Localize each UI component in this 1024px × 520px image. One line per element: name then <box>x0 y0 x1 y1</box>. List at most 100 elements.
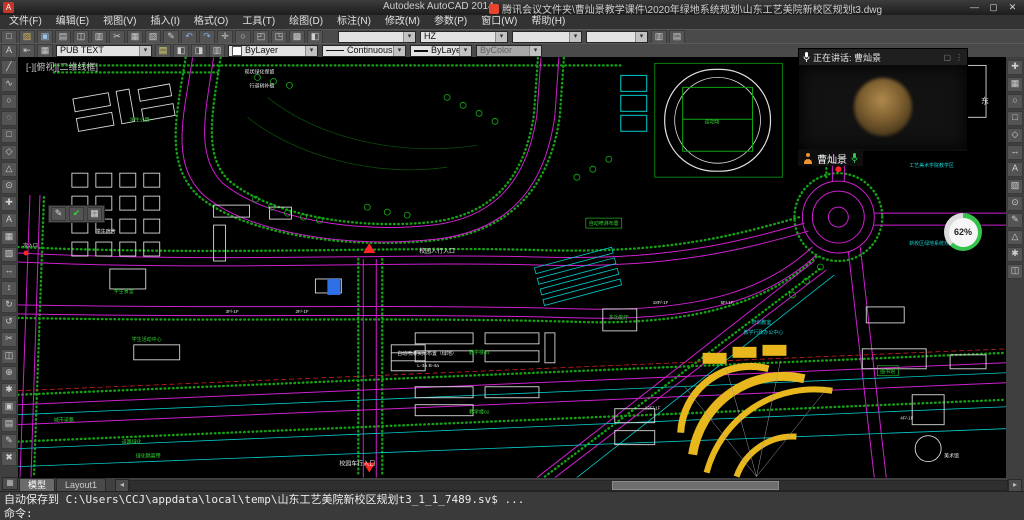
speaker-video[interactable] <box>799 65 967 149</box>
properties-icon[interactable]: ▩ <box>289 30 305 44</box>
meeting-more-icon[interactable]: ⋮ <box>955 53 963 62</box>
cut-icon[interactable]: ✂ <box>109 30 125 44</box>
layer-tool-icon[interactable]: ▤ <box>1 417 17 432</box>
polygon-tool-icon[interactable]: ◇ <box>1 145 17 160</box>
dim-style-combo[interactable]: HZ▾ <box>420 31 508 43</box>
polyline-tool-icon[interactable]: ∿ <box>1 77 17 92</box>
open-icon[interactable]: ▨ <box>19 30 35 44</box>
menu-item-6[interactable]: 工具(T) <box>235 15 282 29</box>
donut-tool-icon[interactable]: ⊙ <box>1 179 17 194</box>
menu-item-5[interactable]: 格式(O) <box>187 15 235 29</box>
minimize-button[interactable]: — <box>965 0 984 14</box>
undo-tool-icon[interactable]: ↺ <box>1 315 17 330</box>
menu-item-9[interactable]: 修改(M) <box>378 15 427 29</box>
scroll-right-arrow[interactable]: ▸ <box>1008 479 1022 492</box>
horizontal-scrollbar[interactable]: ◂ ▸ <box>115 479 1022 491</box>
text-style-combo-top[interactable]: ▾ <box>338 31 416 43</box>
arc-tool-icon[interactable]: ◌ <box>1 111 17 126</box>
array-tool-icon[interactable]: ⊕ <box>1 366 17 381</box>
mleader-style-combo[interactable]: ▾ <box>586 31 648 43</box>
lineweight-combo[interactable]: ByLayer ▾ <box>410 45 472 57</box>
dim-style-combo-arrow[interactable]: ▾ <box>495 31 507 42</box>
hatch-tool-icon[interactable]: ▨ <box>1 247 17 262</box>
selected-blue-solid[interactable] <box>327 279 340 295</box>
layer-states-icon[interactable]: ◧ <box>173 44 189 58</box>
linetype-combo-arrow[interactable]: ▾ <box>393 45 405 56</box>
lineweight-combo-arrow[interactable]: ▾ <box>459 45 471 56</box>
draworder-icon[interactable]: ✚ <box>1007 60 1023 75</box>
meeting-header[interactable]: 正在讲话: 曹灿景 ▢ ⋮ <box>799 49 967 65</box>
trim-tool-icon[interactable]: ✂ <box>1 332 17 347</box>
star-snap-icon[interactable]: ✱ <box>1007 247 1023 262</box>
command-prompt[interactable]: 命令: <box>4 507 1020 520</box>
table-style-icon[interactable]: ▦ <box>37 44 53 58</box>
participant-row[interactable]: 曹灿景 <box>798 150 863 166</box>
table-style-combo[interactable]: ▾ <box>512 31 582 43</box>
meeting-expand-icon[interactable]: ▢ <box>943 53 951 62</box>
mini-edit-icon[interactable]: ✎ <box>51 207 66 221</box>
table-style-combo-arrow[interactable]: ▾ <box>569 31 581 42</box>
menu-item-12[interactable]: 帮助(H) <box>524 15 572 29</box>
zoom-realtime-icon[interactable]: ○ <box>235 30 251 44</box>
command-window[interactable]: 自动保存到 C:\Users\CCJ\appdata\local\temp\山东… <box>0 491 1024 520</box>
text-style-icon[interactable]: A <box>1 44 17 58</box>
table-tool-icon[interactable]: ▦ <box>1 230 17 245</box>
maximize-button[interactable]: ▢ <box>984 0 1003 14</box>
color-combo[interactable]: ByLayer ▾ <box>228 45 318 57</box>
erase-tool-icon[interactable]: ✖ <box>1 451 17 466</box>
color-combo-arrow[interactable]: ▾ <box>305 45 317 56</box>
circle-osnap-icon[interactable]: ○ <box>1007 94 1023 109</box>
match-properties-icon[interactable]: ✎ <box>163 30 179 44</box>
scroll-left-arrow[interactable]: ◂ <box>115 479 129 492</box>
layer-filter-icon[interactable]: ▥ <box>209 44 225 58</box>
menu-item-3[interactable]: 视图(V) <box>96 15 143 29</box>
circle-tool-icon[interactable]: ○ <box>1 94 17 109</box>
triangle-tool-icon[interactable]: △ <box>1 162 17 177</box>
tool-palettes-icon[interactable]: ▥ <box>651 30 667 44</box>
edit-tool-icon[interactable]: ✎ <box>1 434 17 449</box>
point-tool-icon[interactable]: ✚ <box>1 196 17 211</box>
rectangle-tool-icon[interactable]: □ <box>1 128 17 143</box>
plot-preview-icon[interactable]: ◫ <box>73 30 89 44</box>
paste-icon[interactable]: ▧ <box>145 30 161 44</box>
group-icon[interactable]: ▦ <box>1007 77 1023 92</box>
sheet-set-manager-icon[interactable]: ▤ <box>669 30 685 44</box>
dim-style-icon[interactable]: ⇤ <box>19 44 35 58</box>
mirror-tool-icon[interactable]: ◫ <box>1 349 17 364</box>
linetype-combo[interactable]: Continuous ▾ <box>322 45 406 57</box>
mleader-style-combo-arrow[interactable]: ▾ <box>635 31 647 42</box>
menu-item-2[interactable]: 编辑(E) <box>49 15 96 29</box>
copy-icon[interactable]: ▦ <box>127 30 143 44</box>
plot-icon[interactable]: ▤ <box>55 30 71 44</box>
hatch-edit-icon[interactable]: ▨ <box>1007 179 1023 194</box>
scrollbar-thumb[interactable] <box>612 481 779 490</box>
dim-vertical-icon[interactable]: ↕ <box>1 281 17 296</box>
layer-properties-icon[interactable]: ▤ <box>155 44 171 58</box>
redo-icon[interactable]: ↷ <box>199 30 215 44</box>
measure-icon[interactable]: ↔ <box>1007 145 1023 160</box>
explode-tool-icon[interactable]: ✱ <box>1 383 17 398</box>
tab-model[interactable]: 模型 <box>19 478 55 491</box>
menu-item-11[interactable]: 窗口(W) <box>474 15 524 29</box>
designcenter-icon[interactable]: ◧ <box>307 30 323 44</box>
dim-linear-icon[interactable]: ↔ <box>1 264 17 279</box>
zoom-previous-icon[interactable]: ◳ <box>271 30 287 44</box>
mini-grid-icon[interactable]: ▦ <box>87 207 102 221</box>
rect-osnap-icon[interactable]: □ <box>1007 111 1023 126</box>
qnew-icon[interactable]: □ <box>1 30 17 44</box>
menu-item-1[interactable]: 文件(F) <box>2 15 49 29</box>
pencil-icon[interactable]: ✎ <box>1007 213 1023 228</box>
viewport-controls[interactable]: [-][俯视][二维线框] <box>26 60 98 73</box>
diamond-osnap-icon[interactable]: ◇ <box>1007 128 1023 143</box>
text-tool-icon[interactable]: A <box>1 213 17 228</box>
line-tool-icon[interactable]: ╱ <box>1 60 17 75</box>
rotate-tool-icon[interactable]: ↻ <box>1 298 17 313</box>
close-button[interactable]: ✕ <box>1003 0 1022 14</box>
mirror-icon[interactable]: ◫ <box>1007 264 1023 279</box>
text-style-combo[interactable]: PUB TEXT ▾ <box>56 45 152 57</box>
menu-item-4[interactable]: 插入(I) <box>143 15 186 29</box>
menu-item-8[interactable]: 标注(N) <box>330 15 378 29</box>
triangle-snap-icon[interactable]: △ <box>1007 230 1023 245</box>
zoom-window-icon[interactable]: ◰ <box>253 30 269 44</box>
center-snap-icon[interactable]: ⊙ <box>1007 196 1023 211</box>
